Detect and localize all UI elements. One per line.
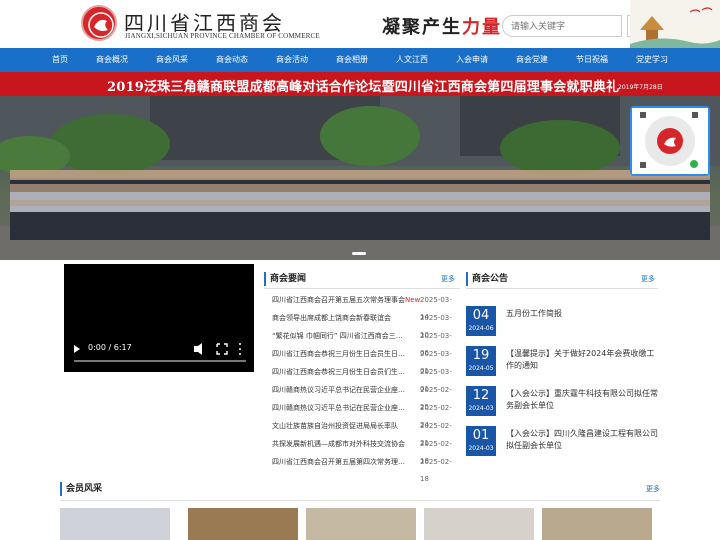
date-year-month: 2024-03: [468, 445, 494, 452]
video-player[interactable]: [64, 264, 254, 372]
announcement-item[interactable]: 19 2024-05 【温馨提示】关于做好2024年会费收缴工作的通知: [466, 346, 658, 378]
member-photo[interactable]: [542, 508, 652, 540]
news-date: 2025-02-18: [420, 458, 452, 483]
nav-item-home[interactable]: 首页: [31, 48, 89, 72]
members-more-link[interactable]: 更多: [646, 484, 660, 494]
news-title[interactable]: 四川省江西商会恭祝三月份生日会员们生日快乐: [272, 364, 406, 381]
site-header: 四川省江西商会 JIANGXI,SICHUAN PROVINCE CHAMBER…: [0, 0, 720, 48]
members-heading: 会员风采: [60, 482, 102, 496]
play-icon[interactable]: [74, 345, 80, 353]
news-title[interactable]: 四川赣商热议习近平总书记在民营企业座谈会上: [272, 400, 406, 417]
nav-item-greetings[interactable]: 节日祝福: [563, 48, 621, 72]
logo-emblem-icon: [88, 12, 114, 38]
nav-item-style[interactable]: 商会风采: [143, 48, 201, 72]
banner-date: 2019年7月28日: [618, 84, 663, 91]
news-title[interactable]: 四川赣商热议习近平总书记在民营企业座谈会上的讲话: [272, 382, 406, 399]
date-badge: 12 2024-03: [466, 386, 496, 416]
date-badge: 01 2024-03: [466, 426, 496, 456]
video-time: 0:00 / 6:17: [88, 343, 132, 352]
member-photo[interactable]: [424, 508, 534, 540]
nav-item-news[interactable]: 商会动态: [203, 48, 261, 72]
date-year-month: 2024-03: [468, 405, 494, 412]
volume-icon[interactable]: [194, 343, 202, 355]
news-item[interactable]: 四川省江西商会召开第五届第四次常务理事会 2025-02-18: [266, 454, 460, 483]
date-badge: 19 2024-05: [466, 346, 496, 376]
news-title[interactable]: 四川省江西商会恭祝三月份生日会员生日快乐: [272, 346, 406, 363]
announcement-heading: 商会公告: [466, 272, 508, 286]
news-title[interactable]: 共探发展新机遇—成都市对外科技交流协会: [272, 436, 406, 453]
announcement-item[interactable]: 12 2024-03 【入会公示】重庆霆牛科技有限公司拟任常务副会长单位: [466, 386, 658, 418]
group-photo[interactable]: [0, 96, 720, 260]
announcement-title[interactable]: 【入会公示】四川久隆昌建设工程有限公司拟任副会长单位: [506, 428, 658, 452]
nav-item-activities[interactable]: 商会活动: [263, 48, 321, 72]
nav-item-culture[interactable]: 人文江西: [383, 48, 441, 72]
news-title[interactable]: 四川省江西商会召开第五届五次常务理事会: [272, 292, 406, 309]
member-photo[interactable]: [306, 508, 416, 540]
divider: [466, 288, 658, 289]
announcement-title[interactable]: 【入会公示】重庆霆牛科技有限公司拟任常务副会长单位: [506, 388, 658, 412]
date-year-month: 2024-06: [468, 325, 494, 332]
new-badge: New: [405, 296, 421, 304]
divider: [60, 500, 660, 501]
divider: [264, 288, 460, 289]
nav-item-album[interactable]: 商会相册: [323, 48, 381, 72]
date-day: 04: [472, 308, 490, 323]
pavilion-decoration-icon: [630, 0, 720, 48]
video-controls: [74, 343, 246, 362]
group-photo-image: [0, 96, 720, 260]
news-item[interactable]: 商会领导出席成都上饶商会新春联谊会 2025-03-10: [266, 310, 460, 339]
member-photo[interactable]: [188, 508, 298, 540]
banner-title: 2019泛珠三角赣商联盟成都高峰对话合作论坛暨四川省江西商会第四届理事会就职典礼: [107, 80, 620, 95]
nav-item-overview[interactable]: 商会概况: [83, 48, 141, 72]
date-day: 12: [472, 388, 490, 403]
news-title[interactable]: “繁花似锦 巾帼同行” 四川省江西商会三八节活动: [272, 328, 406, 345]
announcement-title[interactable]: 五月份工作简报: [506, 308, 658, 320]
search-input[interactable]: [502, 15, 622, 37]
news-heading: 商会要闻: [264, 272, 306, 286]
nav-item-join[interactable]: 入会申请: [443, 48, 501, 72]
date-badge: 04 2024-06: [466, 306, 496, 336]
date-day: 19: [472, 348, 490, 363]
news-item[interactable]: 共探发展新机遇—成都市对外科技交流协会 2025-02-18: [266, 436, 460, 465]
news-item[interactable]: 四川赣商热议习近平总书记在民营企业座谈会上 2025-02-24: [266, 400, 460, 429]
news-item[interactable]: 四川省江西商会恭祝三月份生日会员们生日快乐 2025-03-01: [266, 364, 460, 393]
news-title[interactable]: 商会领导出席成都上饶商会新春联谊会: [272, 310, 406, 327]
news-title[interactable]: 四川省江西商会召开第五届第四次常务理事会: [272, 454, 406, 471]
event-banner: 2019泛珠三角赣商联盟成都高峰对话合作论坛暨四川省江西商会第四届理事会就职典礼…: [0, 72, 720, 96]
qr-code-icon: [632, 108, 708, 174]
date-year-month: 2024-05: [468, 365, 494, 372]
nav-item-party[interactable]: 商会党建: [503, 48, 561, 72]
member-photo[interactable]: [60, 508, 170, 540]
news-more-link[interactable]: 更多: [441, 274, 455, 284]
news-item[interactable]: 四川省江西商会召开第五届五次常务理事会 New 2025-03-14: [266, 292, 460, 321]
news-item[interactable]: 四川省江西商会恭祝三月份生日会员生日快乐 2025-03-01: [266, 346, 460, 375]
announcement-more-link[interactable]: 更多: [641, 274, 655, 284]
news-item[interactable]: 文山壮族苗族自治州投资促进局局长率队 2025-02-21: [266, 418, 460, 447]
qr-code-panel[interactable]: [630, 106, 710, 176]
site-name-en: JIANGXI,SICHUAN PROVINCE CHAMBER OF COMM…: [125, 32, 320, 40]
news-item[interactable]: “繁花似锦 巾帼同行” 四川省江西商会三八节活动2025-03-06: [266, 328, 460, 357]
date-day: 01: [472, 428, 490, 443]
news-title[interactable]: 文山壮族苗族自治州投资促进局局长率队: [272, 418, 406, 435]
logo-icon[interactable]: [81, 5, 117, 41]
nav-item-history[interactable]: 党史学习: [623, 48, 681, 72]
announcement-title[interactable]: 【温馨提示】关于做好2024年会费收缴工作的通知: [506, 348, 658, 372]
fullscreen-icon[interactable]: [216, 343, 228, 355]
main-nav: 首页 商会概况 商会风采 商会动态 商会活动 商会相册 人文江西 入会申请 商会…: [0, 48, 720, 72]
slider-indicator[interactable]: [352, 252, 366, 255]
announcement-item[interactable]: 04 2024-06 五月份工作简报: [466, 306, 658, 338]
announcement-item[interactable]: 01 2024-03 【入会公示】四川久隆昌建设工程有限公司拟任副会长单位: [466, 426, 658, 458]
news-item[interactable]: 四川赣商热议习近平总书记在民营企业座谈会上的讲话2025-02-25: [266, 382, 460, 411]
